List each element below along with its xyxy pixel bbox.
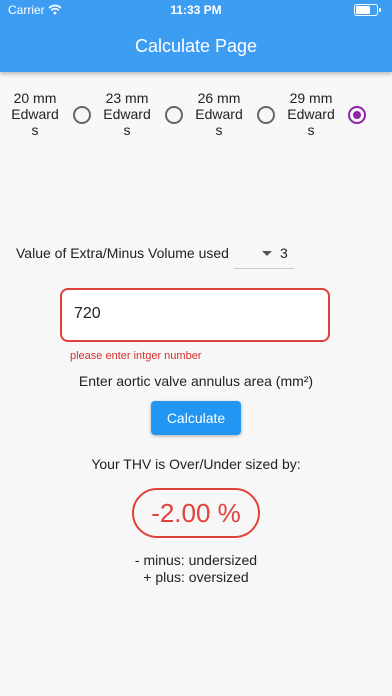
- result-value-badge: -2.00 %: [132, 488, 260, 538]
- volume-label: Value of Extra/Minus Volume used: [16, 245, 229, 261]
- annulus-hint-text: Enter aortic valve annulus area (mm²): [78, 373, 314, 389]
- valve-option-29-label: 29 mm Edward s: [287, 90, 335, 138]
- valve-option-23-radio[interactable]: [165, 106, 183, 124]
- valve-option-20-radio[interactable]: [73, 106, 91, 124]
- annulus-error-text: please enter intger number: [70, 350, 202, 362]
- dropdown-arrow-icon: [262, 251, 272, 256]
- valve-option-26-radio[interactable]: [257, 106, 275, 124]
- plus-note: + plus: oversized: [143, 569, 249, 585]
- volume-dropdown[interactable]: 3: [234, 240, 294, 269]
- volume-value: 3: [280, 245, 288, 261]
- valve-option-23-label: 23 mm Edward s: [103, 90, 151, 138]
- annulus-area-input[interactable]: [72, 304, 306, 324]
- minus-note: - minus: undersized: [134, 552, 258, 568]
- valve-option-20-label: 20 mm Edward s: [11, 90, 59, 138]
- valve-option-29-radio[interactable]: [348, 106, 366, 124]
- battery-icon: [354, 4, 381, 16]
- calculate-button[interactable]: Calculate: [151, 401, 241, 435]
- page-title: Calculate Page: [134, 36, 258, 56]
- annulus-area-field[interactable]: [60, 288, 330, 342]
- valve-option-26-label: 26 mm Edward s: [195, 90, 243, 138]
- clock: 11:33 PM: [170, 3, 222, 17]
- result-label: Your THV is Over/Under sized by:: [91, 456, 301, 472]
- status-bar: Carrier 11:33 PM: [0, 3, 392, 19]
- app-bar: Carrier 11:33 PM Calculate Page: [0, 0, 392, 72]
